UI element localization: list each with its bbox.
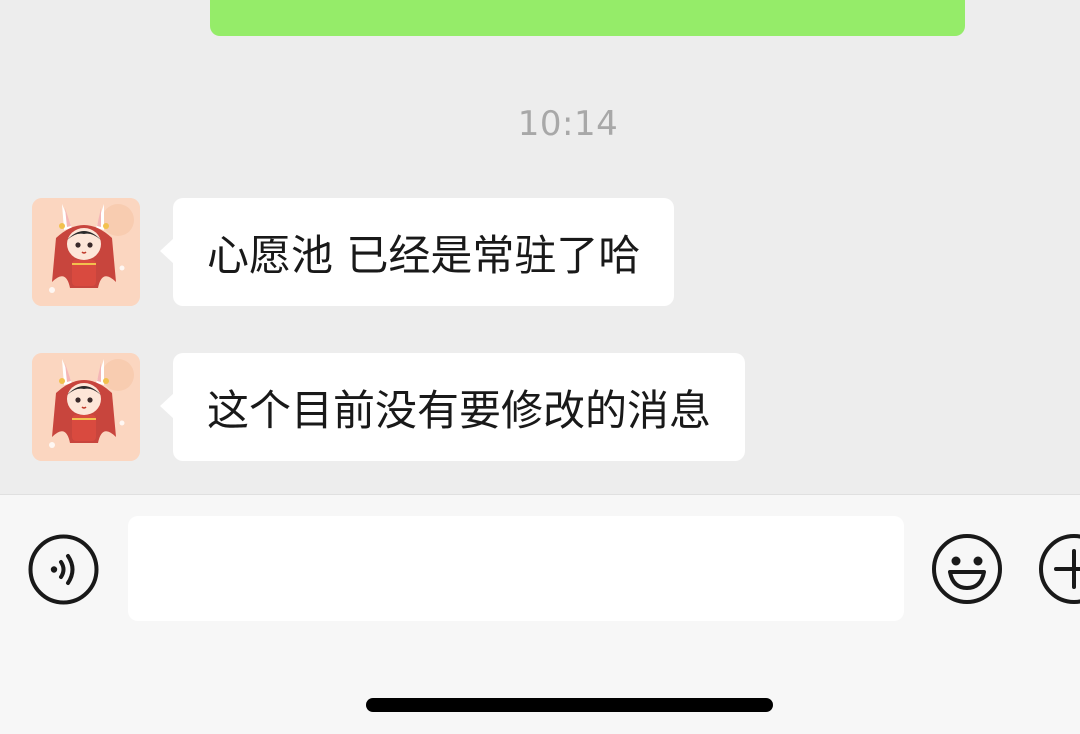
message-timestamp: 10:14 [517,104,619,144]
voice-button[interactable] [28,534,99,605]
voice-icon [28,534,99,605]
plus-icon [1039,534,1080,604]
avatar-image [32,198,140,306]
avatar-image [32,353,140,461]
message-input[interactable] [128,516,904,621]
emoji-icon [932,534,1002,604]
avatar[interactable] [32,198,140,306]
home-indicator[interactable] [366,698,773,712]
outgoing-message-bubble[interactable] [210,0,965,36]
incoming-message-row: 这个目前没有要修改的消息 [32,353,1032,463]
incoming-message-row: 心愿池 已经是常驻了哈 [32,198,1032,308]
incoming-message-bubble[interactable]: 心愿池 已经是常驻了哈 [159,198,675,306]
more-options-button[interactable] [1038,533,1080,605]
emoji-button[interactable] [931,533,1003,605]
chat-area: 10:14 心愿池 已经是常驻了哈 这个目前没有要修改的消息 [0,0,1080,494]
input-bar [0,494,1080,734]
avatar[interactable] [32,353,140,461]
incoming-message-bubble[interactable]: 这个目前没有要修改的消息 [159,353,746,461]
